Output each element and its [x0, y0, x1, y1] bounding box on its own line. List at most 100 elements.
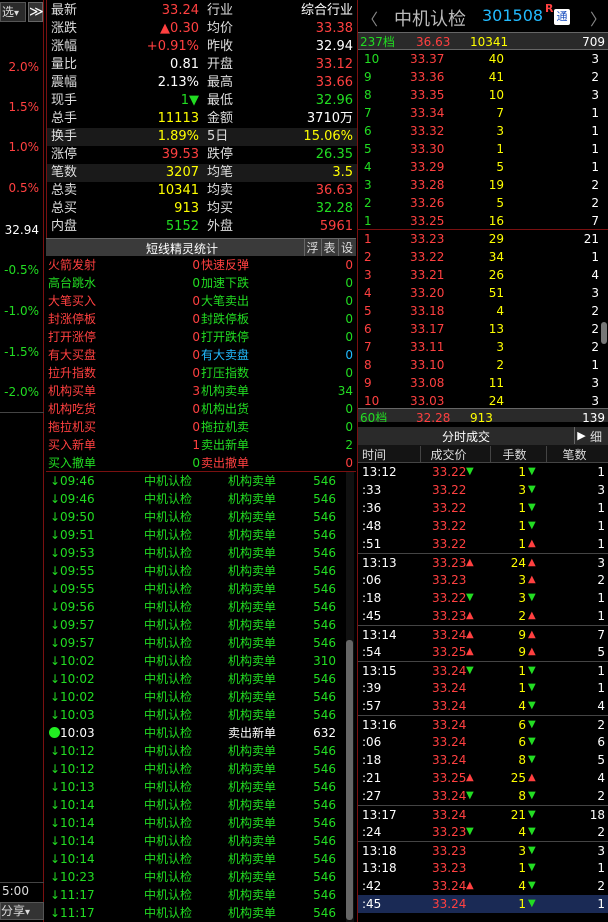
trade-row[interactable]: :27 33.24 ▼ 8 ▼ 2 [358, 787, 608, 805]
event-row[interactable]: ↓ 10:14 中机认检 机构卖单 546 [46, 814, 346, 832]
event-row[interactable]: ↓ 09:53 中机认检 机构卖单 546 [46, 544, 346, 562]
event-row[interactable]: ↓ 11:17 中机认检 机构卖单 546 [46, 886, 346, 904]
event-row[interactable]: ↓ 09:55 中机认检 机构卖单 546 [46, 562, 346, 580]
float-button[interactable]: 浮 [304, 239, 320, 256]
bid-row[interactable]: 5 33.18 4 2 [358, 302, 608, 320]
ask-row[interactable]: 7 33.34 7 1 [358, 104, 608, 122]
short-line-stats: 火箭发射 0 快速反弹 0 高台跳水 0 加速下跌 0 大笔买入 0 大笔卖出 0 封涨停板 0 封跌停板 0… [46, 256, 356, 472]
settings-button[interactable]: 设 [338, 239, 355, 256]
ask-row[interactable]: 3 33.28 19 2 [358, 176, 608, 194]
trade-row[interactable]: 13:15 33.24 ▼ 1 ▼ 1 [358, 661, 608, 679]
trade-row[interactable]: :18 33.24 8 ▼ 5 [358, 751, 608, 769]
trade-row[interactable]: 13:14 33.24 ▲ 9 ▲ 7 [358, 625, 608, 643]
quote-label: 内盘 [51, 219, 78, 234]
ask-row[interactable]: 6 33.32 3 1 [358, 122, 608, 140]
stat-label: 封跌停板 [201, 312, 250, 326]
trade-row[interactable]: :42 33.24 ▲ 4 ▼ 2 [358, 877, 608, 895]
trade-row[interactable]: :36 33.22 1 ▼ 1 [358, 499, 608, 517]
detail-button[interactable]: 细 [590, 428, 602, 445]
event-row[interactable]: ↓ 10:02 中机认检 机构卖单 546 [46, 670, 346, 688]
event-row[interactable]: ↓ 09:46 中机认检 机构卖单 546 [46, 472, 346, 490]
period-selector[interactable]: 选▾ [0, 2, 26, 22]
trade-row[interactable]: :51 33.22 1 ▲ 1 [358, 535, 608, 553]
trade-row[interactable]: :21 33.25 ▲ 25 ▲ 4 [358, 769, 608, 787]
trade-row[interactable]: :06 33.23 3 ▲ 2 [358, 571, 608, 589]
event-row[interactable]: ↓ 10:23 中机认检 机构卖单 546 [46, 868, 346, 886]
bid-row[interactable]: 9 33.08 11 3 [358, 374, 608, 392]
down-arrow-icon: ↓ [50, 672, 61, 686]
quote-row: 总卖 10341 均卖 36.63 [47, 182, 357, 200]
trade-row[interactable]: :45 33.23 ▲ 2 ▲ 1 [358, 607, 608, 625]
bid-row[interactable]: 4 33.20 51 3 [358, 284, 608, 302]
trade-row[interactable]: :48 33.22 1 ▼ 1 [358, 517, 608, 535]
event-stock: 中机认检 [144, 708, 193, 722]
trade-row[interactable]: 13:16 33.24 6 ▼ 2 [358, 715, 608, 733]
trade-row[interactable]: :18 33.22 ▼ 3 ▼ 1 [358, 589, 608, 607]
trade-row[interactable]: :24 33.23 ▼ 4 ▼ 2 [358, 823, 608, 841]
trade-row[interactable]: :54 33.25 ▲ 9 ▲ 5 [358, 643, 608, 661]
ask-row[interactable]: 2 33.26 5 2 [358, 194, 608, 212]
trade-row[interactable]: :57 33.24 4 ▼ 4 [358, 697, 608, 715]
trade-row[interactable]: :06 33.24 6 ▼ 6 [358, 733, 608, 751]
trade-row[interactable]: 13:18 33.23 3 ▼ 3 [358, 841, 608, 859]
stat-value: 0 [345, 330, 353, 344]
prev-stock-icon[interactable]: 〈 [362, 6, 378, 30]
trade-price: 33.23 [432, 556, 467, 570]
event-row[interactable]: ↓ 10:12 中机认检 机构卖单 546 [46, 742, 346, 760]
event-row[interactable]: ↓ 09:55 中机认检 机构卖单 546 [46, 580, 346, 598]
share-button[interactable]: 分享▾ [0, 902, 44, 920]
trade-row[interactable]: 13:12 33.22 ▼ 1 ▼ 1 [358, 463, 608, 481]
bid-row[interactable]: 8 33.10 2 1 [358, 356, 608, 374]
quote-value: 33.66 [315, 75, 353, 90]
event-row[interactable]: ↓ 10:02 中机认检 机构卖单 546 [46, 688, 346, 706]
event-time: 10:03 [60, 708, 95, 722]
event-row[interactable]: ↓ 10:12 中机认检 机构卖单 546 [46, 760, 346, 778]
trade-row[interactable]: 13:17 33.24 21 ▼ 18 [358, 805, 608, 823]
table-button[interactable]: 表 [321, 239, 337, 256]
event-row[interactable]: 10:03 中机认检 卖出新单 632 [46, 724, 346, 742]
event-row[interactable]: ↓ 10:14 中机认检 机构卖单 546 [46, 796, 346, 814]
trade-row[interactable]: :45 33.24 1 ▼ 1 [358, 895, 608, 913]
expand-icon[interactable]: ≫ [28, 2, 44, 22]
event-row[interactable]: ↓ 10:02 中机认检 机构卖单 310 [46, 652, 346, 670]
trade-row[interactable]: 13:13 33.23 ▲ 24 ▲ 3 [358, 553, 608, 571]
event-row[interactable]: ↓ 09:56 中机认检 机构卖单 546 [46, 598, 346, 616]
play-icon[interactable]: ▶ [574, 427, 588, 444]
trade-row[interactable]: :33 33.22 3 ▼ 3 [358, 481, 608, 499]
event-row[interactable]: ↓ 11:17 中机认检 机构卖单 546 [46, 904, 346, 922]
event-list-scroll-thumb[interactable] [346, 640, 353, 920]
bid-row[interactable]: 3 33.21 26 4 [358, 266, 608, 284]
ask-row[interactable]: 10 33.37 40 3 [358, 50, 608, 68]
event-stock: 中机认检 [144, 744, 193, 758]
trade-volume-arrow-icon: ▼ [528, 809, 536, 820]
next-stock-icon[interactable]: 〉 [590, 6, 606, 30]
stat-value: 34 [337, 384, 353, 398]
bid-row[interactable]: 2 33.22 34 1 [358, 248, 608, 266]
bid-row[interactable]: 1 33.23 29 21 [358, 230, 608, 248]
bid-row[interactable]: 6 33.17 13 2 [358, 320, 608, 338]
ask-row[interactable]: 8 33.35 10 3 [358, 86, 608, 104]
trade-row[interactable]: :39 33.24 1 ▼ 1 [358, 679, 608, 697]
event-row[interactable]: ↓ 10:14 中机认检 机构卖单 546 [46, 832, 346, 850]
event-row[interactable]: ↓ 10:14 中机认检 机构卖单 546 [46, 850, 346, 868]
trade-count: 1 [597, 501, 605, 515]
event-type: 机构卖单 [228, 888, 277, 902]
trade-price: 33.22 [432, 465, 467, 479]
ask-row[interactable]: 4 33.29 5 1 [358, 158, 608, 176]
trade-row[interactable]: 13:18 33.23 1 ▼ 1 [358, 859, 608, 877]
event-row[interactable]: ↓ 09:57 中机认检 机构卖单 546 [46, 634, 346, 652]
event-row[interactable]: ↓ 09:57 中机认检 机构卖单 546 [46, 616, 346, 634]
ask-row[interactable]: 9 33.36 41 2 [358, 68, 608, 86]
ask-row[interactable]: 5 33.30 1 1 [358, 140, 608, 158]
event-row[interactable]: ↓ 09:50 中机认检 机构卖单 546 [46, 508, 346, 526]
orderbook-scroll-thumb[interactable] [601, 322, 607, 344]
bid-row[interactable]: 7 33.11 3 2 [358, 338, 608, 356]
event-time: 10:02 [60, 672, 95, 686]
ask-row[interactable]: 1 33.25 16 7 [358, 212, 608, 230]
event-row[interactable]: ↓ 10:03 中机认检 机构卖单 546 [46, 706, 346, 724]
bid-count: 21 [583, 232, 599, 246]
event-row[interactable]: ↓ 10:13 中机认检 机构卖单 546 [46, 778, 346, 796]
event-row[interactable]: ↓ 09:51 中机认检 机构卖单 546 [46, 526, 346, 544]
ask-price: 33.36 [410, 70, 445, 84]
event-row[interactable]: ↓ 09:46 中机认检 机构卖单 546 [46, 490, 346, 508]
